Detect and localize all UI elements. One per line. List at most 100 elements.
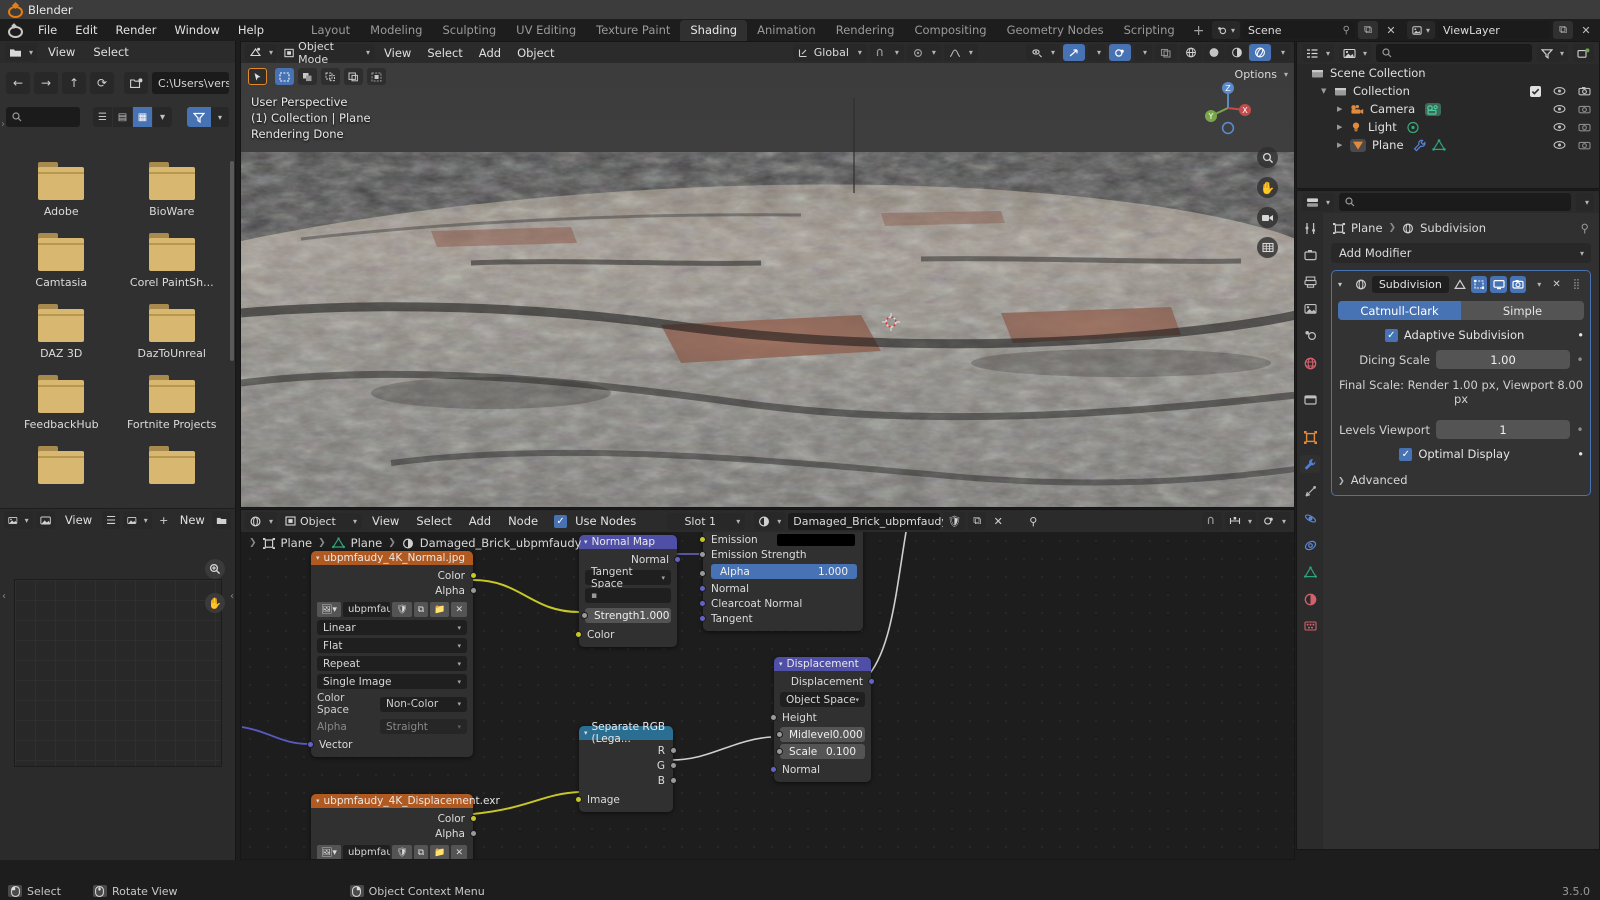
image-editor-left-region-toggle[interactable]: ‹ — [2, 591, 6, 602]
shading-material-preview[interactable] — [1225, 44, 1248, 61]
shader-overlays-toggle[interactable]: ▾ — [1258, 512, 1290, 530]
outliner-new-collection-icon[interactable] — [1573, 44, 1594, 62]
outliner-filter-icon[interactable]: ▾ — [1536, 44, 1568, 62]
normal-map-space-selector[interactable]: Tangent Space ▾ — [585, 566, 671, 590]
tool-tweak[interactable] — [248, 68, 267, 85]
subdivision-simple[interactable]: Simple — [1461, 301, 1584, 320]
socket-dot[interactable] — [670, 777, 677, 784]
breadcrumb-modifier-name[interactable]: Subdivision — [1420, 221, 1486, 235]
socket-dot[interactable] — [776, 748, 783, 755]
socket-dot[interactable] — [699, 551, 706, 558]
open-image-icon[interactable]: 📁 — [430, 602, 450, 617]
shader-breadcrumb-material[interactable]: Damaged_Brick_ubpmfaudy — [420, 536, 582, 550]
render-display-icon[interactable] — [1509, 276, 1527, 293]
editor-type-selector-image[interactable]: ▾ — [4, 511, 33, 529]
realtime-display-icon[interactable] — [1490, 276, 1507, 293]
pin-icon[interactable]: ⚲ — [1343, 25, 1350, 36]
properties-search-input[interactable] — [1339, 193, 1571, 211]
adaptive-subdivision-checkbox[interactable]: ✓ — [1384, 328, 1398, 342]
zoom-icon[interactable] — [205, 559, 225, 579]
display-size-dropdown[interactable]: ▾ — [153, 107, 172, 127]
socket-dot[interactable] — [699, 585, 706, 592]
new-scene-button[interactable]: ⧉ — [1358, 21, 1378, 39]
node-header[interactable]: ▾ ubpmfaudy_4K_Displacement.exr — [311, 794, 500, 808]
tab-layout[interactable]: Layout — [301, 20, 360, 41]
select-mode-extend[interactable] — [298, 68, 317, 85]
interpolation-selector[interactable]: Linear ▾ — [317, 620, 467, 635]
tab-material[interactable] — [1300, 590, 1320, 608]
modifier-expand-icon[interactable]: ▾ — [1338, 280, 1350, 289]
duplicate-material-icon[interactable]: ⧉ — [968, 512, 987, 530]
edit-mode-display-icon[interactable] — [1471, 276, 1488, 293]
tab-sculpting[interactable]: Sculpting — [432, 20, 506, 41]
image-browse-icon[interactable]: 🖼▾ — [317, 602, 341, 617]
tab-object-data[interactable] — [1300, 563, 1320, 581]
socket-dot[interactable] — [581, 612, 588, 619]
unlink-material-icon[interactable]: ✕ — [989, 512, 1007, 530]
socket-dot[interactable] — [770, 766, 777, 773]
node-output-color[interactable]: Color — [311, 568, 477, 583]
node-input-normal[interactable]: Normal — [770, 762, 871, 777]
snapping-toggle[interactable]: ▾ — [869, 44, 904, 61]
file-item[interactable]: Adobe — [6, 157, 117, 218]
node-output-color[interactable]: Color — [311, 811, 477, 826]
image-editor-right-region-toggle[interactable]: ‹ — [230, 591, 234, 602]
material-name-field[interactable]: Damaged_Brick_ubpmfaudy — [788, 512, 948, 530]
add-workspace-button[interactable]: + — [1185, 21, 1213, 41]
node-displacement[interactable]: ▾ Displacement Displacement Object Space… — [770, 657, 875, 782]
tab-render[interactable] — [1300, 246, 1320, 264]
pin-id-icon[interactable]: ⚲ — [1581, 221, 1589, 235]
gizmo-options-dropdown[interactable]: ▾ — [1087, 44, 1106, 61]
node-collapse-icon[interactable]: ▾ — [316, 554, 320, 562]
socket-dot[interactable] — [307, 741, 314, 748]
file-search-input[interactable] — [6, 107, 80, 127]
open-image-icon[interactable]: 📁 — [430, 845, 450, 859]
file-item[interactable]: FeedbackHub — [6, 370, 117, 431]
viewlayer-name-field[interactable]: ViewLayer — [1438, 21, 1550, 39]
node-image-texture-displacement[interactable]: ▾ ubpmfaudy_4K_Displacement.exr Color Al… — [311, 794, 500, 859]
socket-dot[interactable] — [470, 815, 477, 822]
node-output-alpha[interactable]: Alpha — [311, 826, 477, 841]
select-mode-subtract[interactable] — [321, 68, 340, 85]
filebrowser-region-toggle[interactable]: › — [1, 119, 5, 130]
node-normal-map[interactable]: ▾ Normal Map Normal Tangent Space ▾ ▪ St… — [575, 535, 681, 647]
source-selector[interactable]: Single Image ▾ — [317, 674, 467, 689]
fake-user-icon[interactable]: 🛡 — [943, 512, 966, 530]
node-input-normal[interactable]: Normal — [699, 581, 863, 596]
node-input-clearcoat-normal[interactable]: Clearcoat Normal — [699, 596, 863, 611]
pan-hand-icon[interactable]: ✋ — [205, 593, 225, 613]
tab-output[interactable] — [1300, 273, 1320, 291]
shading-rendered[interactable] — [1248, 44, 1271, 61]
tab-world[interactable] — [1300, 354, 1320, 372]
tab-modeling[interactable]: Modeling — [360, 20, 432, 41]
unlink-image-icon[interactable]: ✕ — [451, 602, 467, 617]
animate-property-dot[interactable]: • — [1576, 353, 1584, 367]
nav-forward-button[interactable]: → — [34, 72, 58, 94]
duplicate-image-icon[interactable]: ⧉ — [413, 602, 429, 617]
tab-texture-paint[interactable]: Texture Paint — [586, 20, 680, 41]
node-output-g[interactable]: G — [579, 758, 677, 773]
expand-triangle-icon[interactable]: ▼ — [1321, 87, 1334, 95]
viewport-gizmos-toggle[interactable] — [1062, 44, 1085, 61]
shader-menu-node[interactable]: Node — [501, 514, 545, 528]
socket-dot[interactable] — [670, 762, 677, 769]
viewport-menu-select[interactable]: Select — [420, 46, 469, 60]
navigation-gizmo[interactable]: Z Y X — [1200, 80, 1256, 136]
animate-property-dot[interactable]: • — [1577, 328, 1584, 342]
image-browse-icon[interactable]: ▾ — [123, 511, 152, 529]
material-slot-selector[interactable]: Slot 1 ▾ — [667, 512, 746, 530]
node-input-emission[interactable]: Emission — [699, 532, 863, 547]
displacement-scale-slider[interactable]: Scale 0.100 — [776, 744, 865, 759]
filter-options-dropdown[interactable]: ▾ — [211, 107, 229, 127]
menu-render[interactable]: Render — [107, 21, 166, 39]
duplicate-image-icon[interactable]: ⧉ — [413, 845, 429, 859]
tab-view-layer[interactable] — [1300, 300, 1320, 318]
shader-node-canvas[interactable]: ❯ Plane ❯ Plane ❯ Damaged_Brick_ubpmfaud… — [241, 532, 1294, 859]
nav-refresh-button[interactable]: ⟳ — [90, 72, 114, 94]
camera-render-icon[interactable] — [1578, 86, 1591, 96]
levels-viewport-value[interactable]: 1 — [1436, 420, 1570, 439]
file-item[interactable]: DAZ 3D — [6, 299, 117, 360]
file-item[interactable]: Corel PaintSh... — [117, 228, 228, 289]
delete-scene-button[interactable]: ✕ — [1381, 21, 1401, 39]
socket-dot[interactable] — [699, 615, 706, 622]
